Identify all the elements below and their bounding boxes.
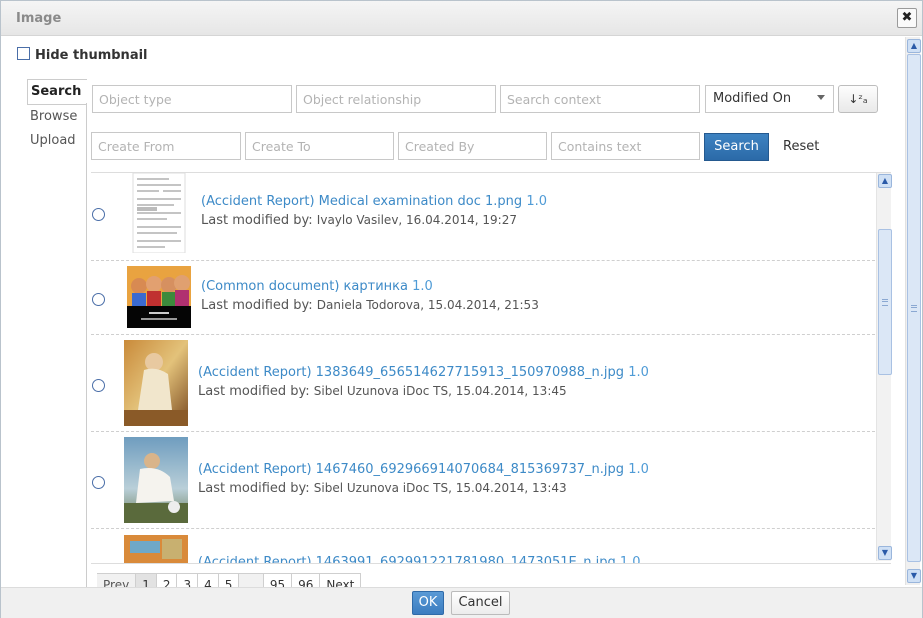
picker-tabs: Search Browse Upload [27,79,87,153]
list-item[interactable]: (Accident Report) 1383649_65651462771591… [91,335,875,432]
select-radio[interactable] [92,476,105,489]
result-modified: Last modified by: Sibel Uzunova iDoc TS,… [198,384,567,399]
cartoon-thumbnail [127,266,191,328]
list-item[interactable]: (Accident Report) 1467460_69296691407068… [91,432,875,529]
sort-descending-icon: ↓ᶻₐ [848,92,868,106]
hide-thumbnail-label: Hide thumbnail [35,48,148,63]
search-context-input[interactable] [500,85,700,113]
create-from-input[interactable] [91,132,241,160]
sort-order-button[interactable]: ↓ᶻₐ [838,85,878,113]
result-title[interactable]: (Accident Report) 1463991_69299122178198… [198,555,641,563]
scroll-up-icon[interactable]: ▲ [907,39,921,53]
tab-search[interactable]: Search [27,79,87,105]
sort-by-value: Modified On [713,91,792,106]
scroll-up-icon[interactable]: ▲ [878,174,892,188]
dialog-footer: OK Cancel [1,587,922,618]
close-icon[interactable]: ✖ [897,8,917,28]
result-title[interactable]: (Accident Report) 1383649_65651462771591… [198,365,649,380]
dialog-scrollbar[interactable]: ▲ ▼ [905,37,921,585]
dialog-titlebar[interactable]: Image ✖ [1,1,922,36]
create-to-input[interactable] [245,132,394,160]
cancel-button[interactable]: Cancel [451,591,510,615]
results-scrollbar[interactable]: ▲ ▼ [876,173,892,561]
panel-divider [86,103,87,587]
checkbox-icon[interactable] [17,47,30,60]
list-item[interactable]: (Common document) картинка 1.0 Last modi… [91,261,875,335]
result-title[interactable]: (Accident Report) Medical examination do… [201,194,547,209]
select-radio[interactable] [92,208,105,221]
tab-browse[interactable]: Browse [27,105,87,129]
contains-text-input[interactable] [551,132,700,160]
list-item[interactable]: (Accident Report) Medical examination do… [91,173,875,261]
result-modified: Last modified by: Ivaylo Vasilev, 16.04.… [201,213,517,228]
painting-thumbnail [124,437,188,523]
list-item[interactable]: (Accident Report) 1463991_69299122178198… [91,529,875,563]
painting-thumbnail [124,340,188,426]
object-type-input[interactable] [92,85,292,113]
hide-thumbnail-checkbox[interactable]: Hide thumbnail [17,47,148,63]
result-title[interactable]: (Common document) картинка 1.0 [201,279,433,294]
select-radio[interactable] [92,293,105,306]
select-radio[interactable] [92,379,105,392]
results-list: (Accident Report) Medical examination do… [91,172,891,564]
chevron-down-icon [817,95,825,100]
document-thumbnail [129,173,189,253]
created-by-input[interactable] [398,132,547,160]
ok-button[interactable]: OK [412,591,444,615]
scrollbar-thumb[interactable] [907,54,921,562]
image-dialog: Image ✖ ▲ ▼ Hide thumbnail Search Browse… [0,0,923,618]
scroll-down-icon[interactable]: ▼ [907,569,921,583]
result-modified: Last modified by: Daniela Todorova, 15.0… [201,298,539,313]
result-title[interactable]: (Accident Report) 1467460_69296691407068… [198,462,649,477]
sort-by-select[interactable]: Modified On [705,85,834,113]
reset-link[interactable]: Reset [783,139,819,154]
search-button[interactable]: Search [704,133,769,161]
painting-thumbnail [124,535,188,563]
scroll-down-icon[interactable]: ▼ [878,546,892,560]
scrollbar-thumb[interactable] [878,229,892,375]
result-modified: Last modified by: Sibel Uzunova iDoc TS,… [198,481,567,496]
dialog-title: Image [16,11,62,26]
tab-upload[interactable]: Upload [27,129,87,153]
object-relationship-input[interactable] [296,85,496,113]
